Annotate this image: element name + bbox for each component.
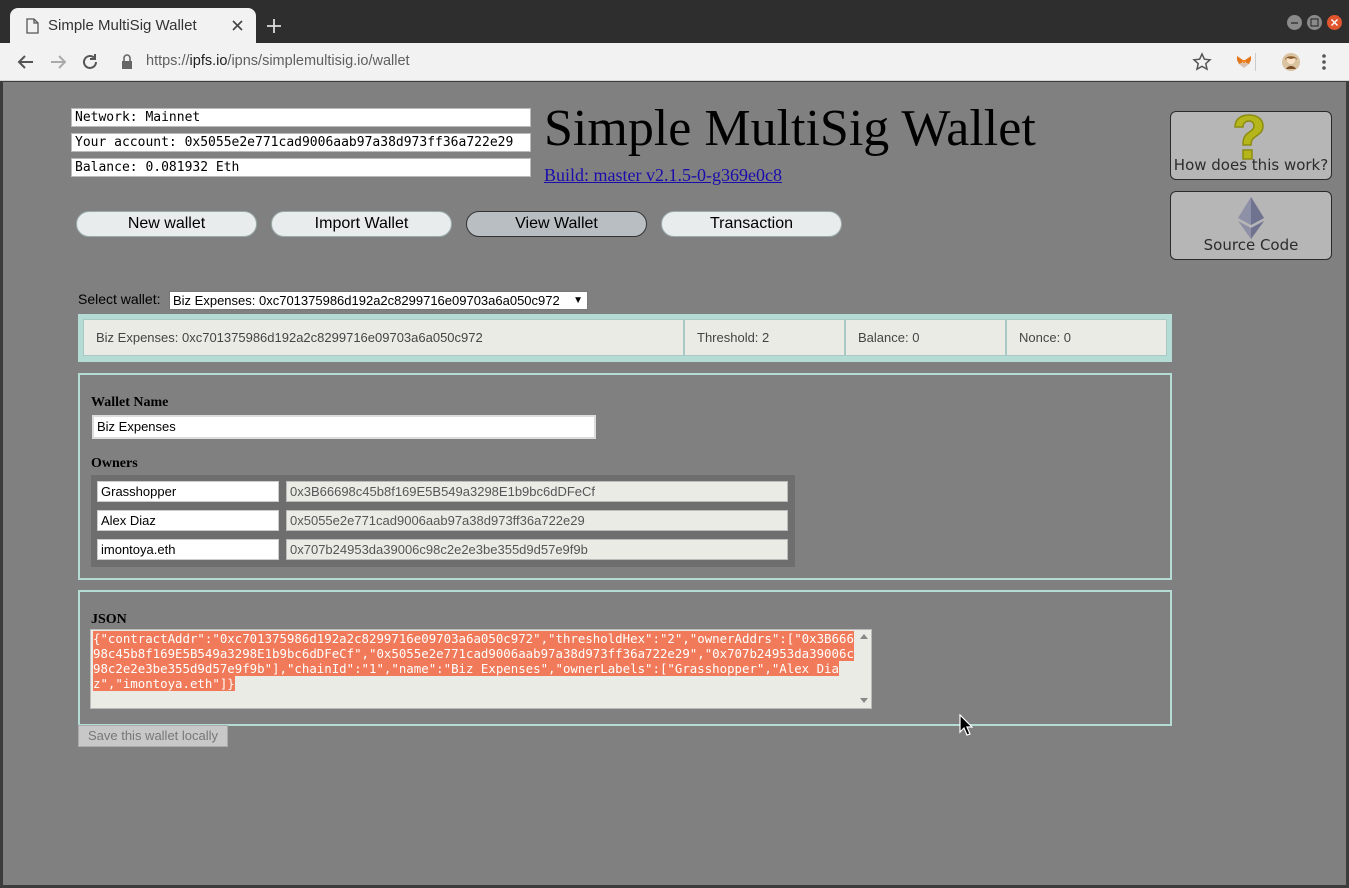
tab-title: Simple MultiSig Wallet: [48, 17, 197, 34]
scroll-down-icon[interactable]: [860, 698, 868, 704]
summary-nonce: Nonce: 0: [1006, 319, 1167, 356]
new-wallet-button[interactable]: New wallet: [76, 211, 257, 237]
bookmark-star-icon[interactable]: [1192, 52, 1212, 72]
owner-name-input[interactable]: imontoya.eth: [97, 539, 279, 560]
source-code-label: Source Code: [1203, 236, 1299, 254]
owner-address-field[interactable]: 0x707b24953da39006c98c2e2e3be355d9d57e9f…: [286, 539, 788, 560]
wallet-name-input[interactable]: Biz Expenses: [92, 415, 596, 439]
wallet-select[interactable]: Biz Expenses: 0xc701375986d192a2c8299716…: [169, 291, 588, 310]
json-section: JSON {"contractAddr":"0xc701375986d192a2…: [78, 590, 1172, 726]
build-link[interactable]: Build: master v2.1.5-0-g369e0c8: [544, 164, 782, 186]
owners-list: Grasshopper 0x3B66698c45b8f169E5B549a329…: [91, 475, 795, 567]
page-title: Simple MultiSig Wallet: [544, 100, 1036, 157]
wallet-summary: Biz Expenses: 0xc701375986d192a2c8299716…: [78, 314, 1172, 362]
lock-icon[interactable]: [120, 52, 134, 72]
maximize-button[interactable]: [1307, 15, 1322, 30]
page-icon: [26, 18, 39, 34]
browser-titlebar: Simple MultiSig Wallet: [0, 0, 1349, 44]
wallet-name-label: Wallet Name: [91, 395, 169, 410]
json-textarea[interactable]: {"contractAddr":"0xc701375986d192a2c8299…: [90, 629, 872, 709]
url-scheme: https://: [146, 53, 190, 69]
dropdown-arrow-icon: ▼: [573, 295, 583, 306]
browser-toolbar: https://ipfs.io/ipns/simplemultisig.io/w…: [0, 43, 1349, 81]
view-wallet-button[interactable]: View Wallet: [466, 211, 647, 237]
wallet-details-section: Wallet Name Biz Expenses Owners Grasshop…: [78, 373, 1172, 580]
new-tab-icon[interactable]: [266, 18, 282, 34]
close-icon: [1331, 19, 1338, 26]
summary-balance: Balance: 0: [845, 319, 1006, 356]
url-host: ipfs.io: [189, 53, 228, 69]
wallet-select-value: Biz Expenses: 0xc701375986d192a2c8299716…: [173, 293, 560, 308]
scroll-up-icon[interactable]: [860, 633, 868, 639]
metamask-fox-icon[interactable]: [1234, 52, 1254, 72]
owner-name-input[interactable]: Alex Diaz: [97, 510, 279, 531]
forward-arrow-icon[interactable]: [48, 52, 68, 72]
page-content: Network: Mainnet Your account: 0x5055e2e…: [3, 82, 1346, 885]
mouse-cursor-icon: [959, 714, 973, 736]
network-display: Network: Mainnet: [71, 108, 531, 127]
url-path: /ipns/simplemultisig.io/wallet: [227, 53, 410, 69]
maximize-icon: [1310, 18, 1319, 27]
owners-label: Owners: [91, 456, 138, 471]
json-text: {"contractAddr":"0xc701375986d192a2c8299…: [93, 631, 854, 691]
browser-tab[interactable]: Simple MultiSig Wallet: [10, 8, 256, 44]
how-does-this-work-label: How does this work?: [1173, 156, 1329, 174]
menu-dots-icon[interactable]: [1314, 52, 1334, 72]
summary-wallet: Biz Expenses: 0xc701375986d192a2c8299716…: [83, 319, 684, 356]
json-scrollbar[interactable]: [857, 630, 871, 708]
ethereum-icon: [1238, 197, 1264, 239]
source-code-button[interactable]: Source Code: [1170, 191, 1332, 260]
json-label: JSON: [91, 612, 127, 627]
import-wallet-button[interactable]: Import Wallet: [271, 211, 452, 237]
address-bar[interactable]: https://ipfs.io/ipns/simplemultisig.io/w…: [146, 53, 410, 69]
reload-icon[interactable]: [80, 52, 100, 72]
minimize-button[interactable]: [1287, 15, 1302, 30]
account-display: Your account: 0x5055e2e771cad9006aab97a3…: [71, 133, 531, 152]
owner-address-field[interactable]: 0x3B66698c45b8f169E5B549a3298E1b9bc6dDFe…: [286, 481, 788, 502]
transaction-button[interactable]: Transaction: [661, 211, 842, 237]
window-close-button[interactable]: [1327, 15, 1342, 30]
owner-name-input[interactable]: Grasshopper: [97, 481, 279, 502]
question-mark-icon: [1234, 114, 1264, 160]
toolbar-divider: [1255, 53, 1256, 71]
summary-threshold: Threshold: 2: [684, 319, 845, 356]
minimize-icon: [1291, 22, 1298, 24]
save-wallet-button[interactable]: Save this wallet locally: [78, 725, 228, 747]
back-arrow-icon[interactable]: [16, 52, 36, 72]
avatar-icon[interactable]: [1281, 52, 1301, 72]
how-does-this-work-button[interactable]: How does this work?: [1170, 111, 1332, 180]
owner-address-field[interactable]: 0x5055e2e771cad9006aab97a38d973ff36a722e…: [286, 510, 788, 531]
select-wallet-label: Select wallet:: [78, 291, 161, 307]
close-icon[interactable]: [231, 19, 244, 32]
balance-display: Balance: 0.081932 Eth: [71, 158, 531, 177]
